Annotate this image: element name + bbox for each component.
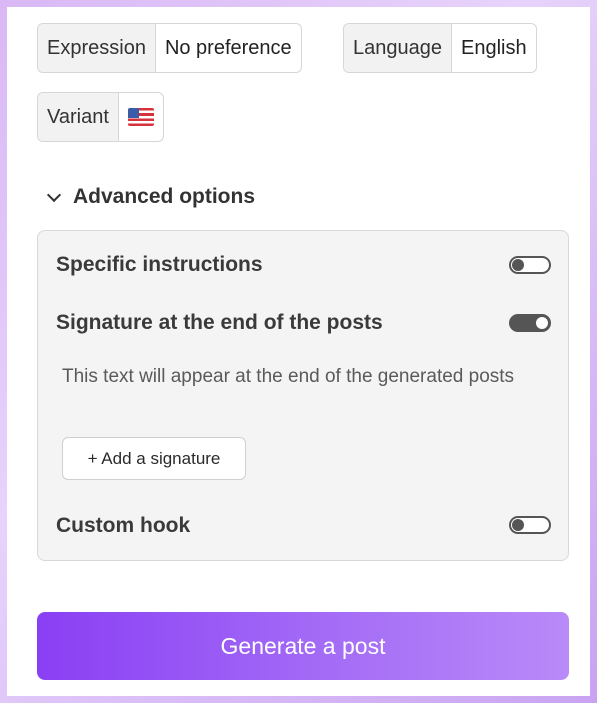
signature-toggle[interactable] (509, 314, 551, 332)
expression-selector[interactable]: Expression No preference (37, 23, 302, 73)
expression-label: Expression (38, 24, 156, 72)
language-label: Language (344, 24, 452, 72)
variant-label: Variant (38, 93, 119, 141)
custom-hook-label: Custom hook (56, 514, 191, 537)
specific-instructions-toggle[interactable] (509, 256, 551, 274)
signature-label: Signature at the end of the posts (56, 311, 383, 334)
toggle-knob (536, 317, 548, 329)
variant-selector[interactable]: Variant (37, 92, 164, 142)
signature-help-text: This text will appear at the end of the … (62, 366, 515, 387)
chevron-down-icon (46, 187, 62, 203)
specific-instructions-label: Specific instructions (56, 253, 263, 276)
language-value[interactable]: English (452, 24, 536, 72)
generate-post-button[interactable]: Generate a post (37, 612, 569, 680)
us-flag-icon (127, 108, 154, 126)
expression-value[interactable]: No preference (156, 24, 301, 72)
toggle-knob (512, 519, 524, 531)
post-settings-panel: Expression No preference Language Englis… (7, 7, 590, 696)
toggle-knob (512, 259, 524, 271)
advanced-options-box: Specific instructions Signature at the e… (37, 230, 569, 561)
language-selector[interactable]: Language English (343, 23, 537, 73)
add-signature-button[interactable]: + Add a signature (62, 437, 246, 480)
advanced-options-toggle[interactable]: Advanced options (46, 185, 256, 209)
custom-hook-toggle[interactable] (509, 516, 551, 534)
advanced-options-title: Advanced options (73, 185, 256, 208)
variant-value[interactable] (119, 93, 163, 141)
